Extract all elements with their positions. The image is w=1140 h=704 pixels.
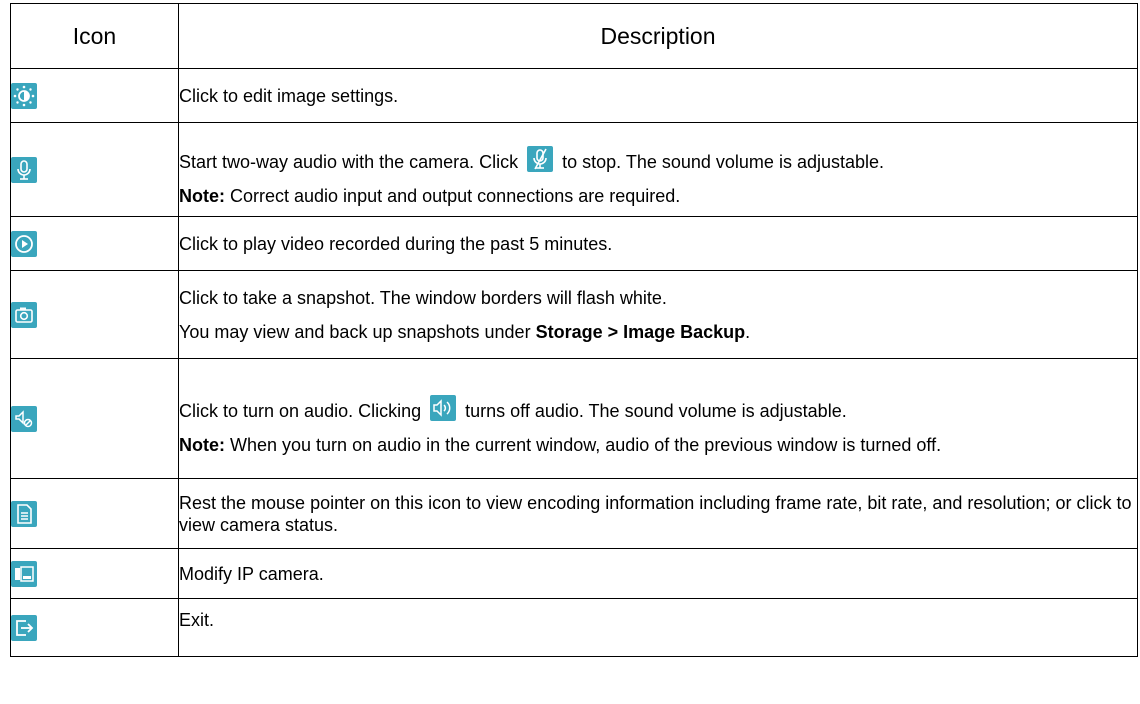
icon-cell [10, 548, 179, 599]
ip-camera-icon [11, 560, 37, 587]
description-text-part: turns off audio. The sound volume is adj… [460, 401, 847, 421]
note-body: Correct audio input and output connectio… [225, 186, 681, 206]
note-label: Note: [179, 435, 225, 455]
description-cell: Click to take a snapshot. The window bor… [178, 270, 1138, 359]
note-label: Note: [179, 186, 225, 206]
icon-cell [10, 478, 179, 549]
description-cell: Click to turn on audio. Clicking turns o… [178, 358, 1138, 479]
note-body: When you turn on audio in the current wi… [225, 435, 942, 455]
description-text-part: . [745, 321, 751, 342]
speaker-muted-icon [11, 405, 37, 432]
description-cell: Rest the mouse pointer on this icon to v… [178, 478, 1138, 549]
description-text: You may view and back up snapshots under… [179, 321, 1137, 343]
icon-cell [10, 358, 179, 479]
description-text-part: Click to turn on audio. Clicking [179, 401, 427, 421]
description-text: Click to take a snapshot. The window bor… [179, 287, 667, 308]
description-cell: Exit. [178, 598, 1138, 657]
microphone-icon [11, 156, 37, 183]
play-icon [11, 230, 37, 257]
description-cell: Click to play video recorded during the … [178, 216, 1138, 271]
icon-cell [10, 270, 179, 359]
description-text: Modify IP camera. [179, 563, 324, 584]
menu-path: Storage > Image Backup [535, 321, 746, 342]
icon-cell [10, 122, 179, 217]
description-text: Click to edit image settings. [179, 85, 399, 106]
description-text-part: to stop. The sound volume is adjustable. [557, 152, 885, 172]
note-text: Note: Correct audio input and output con… [179, 185, 1137, 207]
table-row: Rest the mouse pointer on this icon to v… [10, 478, 1138, 549]
icon-cell [10, 598, 179, 657]
description-text: Click to turn on audio. Clicking turns o… [179, 381, 1137, 422]
description-cell: Click to edit image settings. [178, 68, 1138, 123]
description-text-part: You may view and back up snapshots under [179, 321, 536, 342]
description-cell: Modify IP camera. [178, 548, 1138, 599]
description-text: Exit. [179, 610, 215, 630]
document-icon [11, 500, 37, 527]
camera-icon [11, 301, 37, 328]
icon-cell [10, 68, 179, 123]
table-row: Click to turn on audio. Clicking turns o… [10, 358, 1138, 479]
image-settings-icon [11, 82, 37, 109]
description-text-part: Start two-way audio with the camera. Cli… [179, 152, 524, 172]
table-row: Start two-way audio with the camera. Cli… [10, 122, 1138, 217]
note-text: Note: When you turn on audio in the curr… [179, 434, 1137, 456]
table-header-row: Icon Description [10, 3, 1138, 69]
table-row: Click to play video recorded during the … [10, 216, 1138, 271]
description-text: Start two-way audio with the camera. Cli… [179, 132, 1137, 173]
speaker-on-icon [430, 395, 457, 421]
icon-description-table: Icon Description Click to edit image set… [10, 3, 1138, 657]
icon-cell [10, 216, 179, 271]
table-row: Click to edit image settings. [10, 68, 1138, 123]
exit-icon [11, 614, 37, 641]
table-row: Modify IP camera. [10, 548, 1138, 599]
description-column-header: Description [178, 3, 1138, 69]
microphone-muted-icon [527, 146, 554, 172]
description-text: Click to play video recorded during the … [179, 233, 613, 254]
icon-column-header: Icon [10, 3, 179, 69]
description-text: Rest the mouse pointer on this icon to v… [179, 492, 1132, 535]
table-row: Click to take a snapshot. The window bor… [10, 270, 1138, 359]
table-row: Exit. [10, 598, 1138, 657]
description-cell: Start two-way audio with the camera. Cli… [178, 122, 1138, 217]
